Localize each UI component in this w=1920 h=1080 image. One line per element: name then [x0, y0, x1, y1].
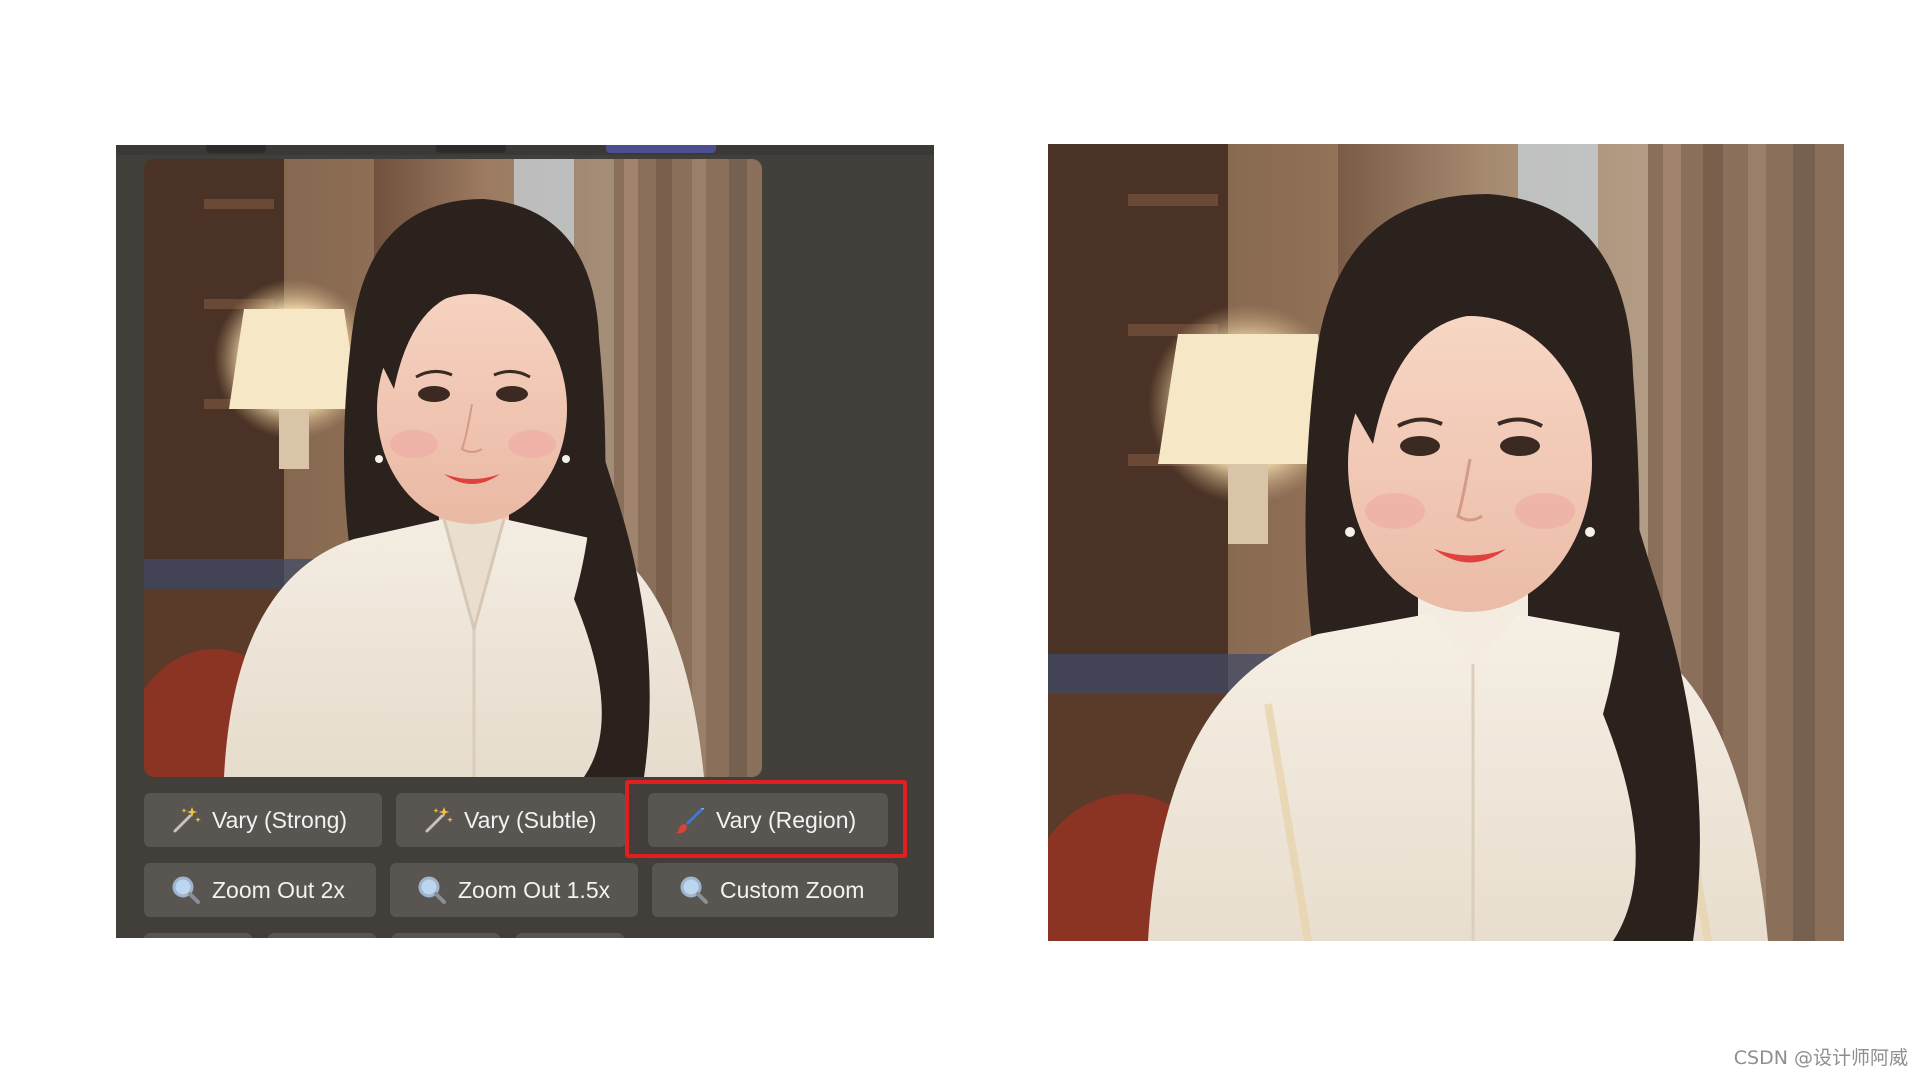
- magic-wand-icon: [170, 804, 202, 836]
- paintbrush-icon: [674, 804, 706, 836]
- vary-region-button[interactable]: Vary (Region): [648, 793, 888, 847]
- zoom-out-2x-button[interactable]: Zoom Out 2x: [144, 863, 376, 917]
- result-portrait-image: [1048, 144, 1844, 941]
- result-portrait-illustration: [1048, 144, 1844, 941]
- watermark-text: CSDN @设计师阿威: [1733, 1047, 1908, 1069]
- custom-zoom-label: Custom Zoom: [720, 876, 865, 903]
- cropped-button-row: [144, 933, 624, 938]
- zoom-out-2x-label: Zoom Out 2x: [212, 876, 345, 903]
- generated-portrait-image[interactable]: [144, 159, 762, 777]
- portrait-illustration: [144, 159, 762, 777]
- vary-subtle-label: Vary (Subtle): [464, 806, 597, 833]
- custom-zoom-button[interactable]: Custom Zoom: [652, 863, 898, 917]
- zoom-out-1-5x-label: Zoom Out 1.5x: [458, 876, 611, 903]
- zoom-buttons-row: Zoom Out 2x Zoom Out 1.5x Custom Zoom: [144, 863, 898, 917]
- discord-message-panel: Vary (Strong) Vary (Subtle) Vary (Region…: [116, 145, 934, 938]
- cropped-message-text-strip: [116, 145, 934, 155]
- variation-buttons-row: Vary (Strong) Vary (Subtle) Vary (Region…: [144, 793, 888, 847]
- magnifier-icon: [416, 874, 448, 906]
- vary-region-label: Vary (Region): [716, 806, 857, 833]
- zoom-out-1-5x-button[interactable]: Zoom Out 1.5x: [390, 863, 638, 917]
- magic-wand-icon: [422, 804, 454, 836]
- magnifier-icon: [678, 874, 710, 906]
- vary-subtle-button[interactable]: Vary (Subtle): [396, 793, 626, 847]
- page: Vary (Strong) Vary (Subtle) Vary (Region…: [0, 0, 1920, 1080]
- magnifier-icon: [170, 874, 202, 906]
- vary-strong-button[interactable]: Vary (Strong): [144, 793, 382, 847]
- vary-strong-label: Vary (Strong): [212, 806, 348, 833]
